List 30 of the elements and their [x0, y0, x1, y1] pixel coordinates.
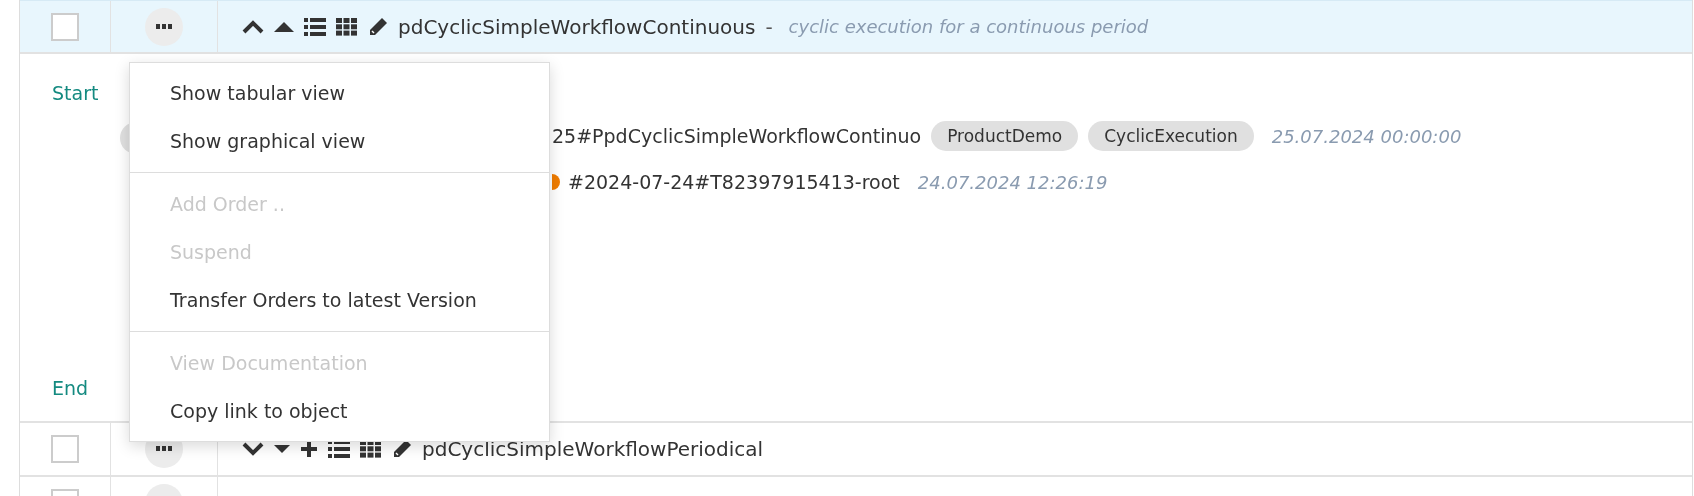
tag: ProductDemo	[931, 121, 1079, 151]
ellipsis-icon	[156, 23, 172, 30]
workflow-name[interactable]: pdCyclicSimpleWorkflowContinuous	[398, 14, 756, 39]
timestamp: 24.07.2024 12:26:19	[917, 171, 1108, 193]
row-checkbox[interactable]	[51, 12, 79, 41]
workflow-description: cyclic execution for a continuous period	[788, 16, 1149, 37]
row-checkbox[interactable]	[51, 435, 79, 463]
ellipsis-icon	[156, 446, 172, 452]
plus-icon[interactable]	[300, 440, 318, 458]
menu-item[interactable]: Show tabular view	[130, 69, 549, 117]
menu-item[interactable]: Copy link to object	[130, 387, 549, 435]
more-button[interactable]	[145, 7, 183, 46]
workflow-name[interactable]: pdCyclicSimpleWorkflowPeriodical	[422, 437, 764, 461]
tag: CyclicExecution	[1088, 121, 1254, 151]
menu-item[interactable]: Show graphical view	[130, 117, 549, 165]
menu-item[interactable]: Transfer Orders to latest Version	[130, 276, 549, 324]
triangle-up-icon[interactable]	[274, 20, 294, 33]
start-label: Start	[52, 82, 99, 104]
order-id[interactable]: 25#PpdCyclicSimpleWorkflowContinuo	[552, 125, 922, 147]
pencil-icon[interactable]	[368, 16, 388, 37]
grid-icon[interactable]	[336, 17, 358, 36]
chevron-up-icon[interactable]	[242, 18, 264, 35]
order-id[interactable]: #2024-07-24#T82397915413-root	[568, 171, 900, 193]
list-icon[interactable]	[304, 16, 326, 37]
timestamp: 25.07.2024 00:00:00	[1271, 125, 1462, 147]
chevron-down-icon[interactable]	[242, 441, 264, 457]
end-label: End	[52, 377, 89, 399]
separator-text: -	[765, 14, 773, 39]
pencil-icon[interactable]	[392, 439, 412, 459]
triangle-down-icon[interactable]	[274, 444, 290, 454]
